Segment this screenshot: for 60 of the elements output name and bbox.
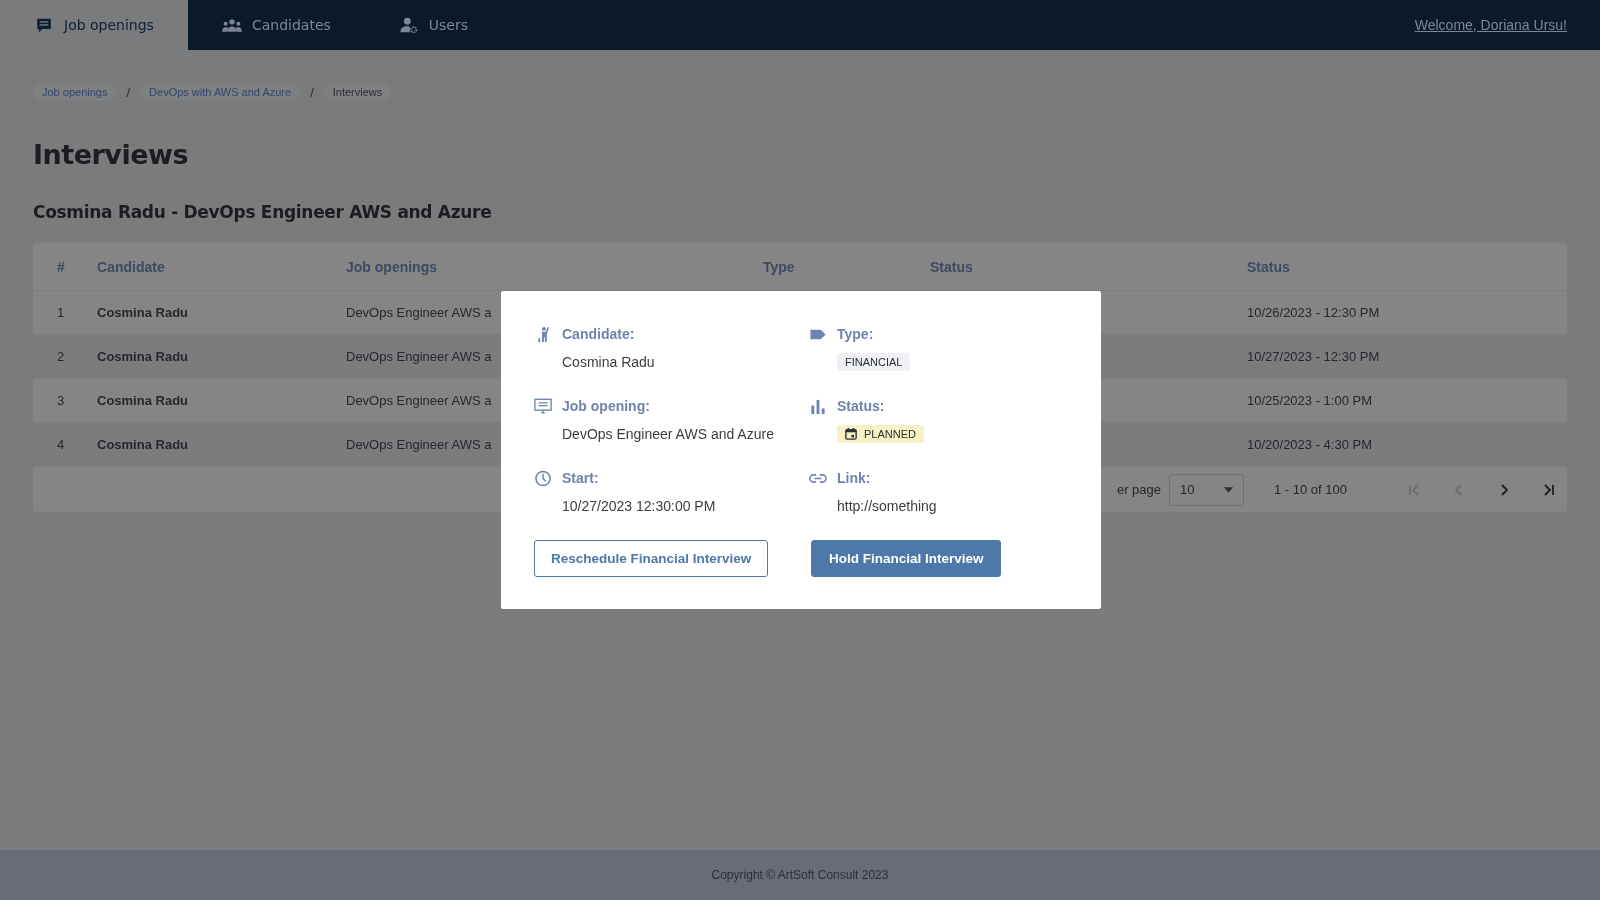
column-header[interactable]: Job openings — [346, 258, 437, 275]
field-value: Cosmina Radu — [562, 353, 655, 370]
column-header[interactable]: Status — [1247, 258, 1290, 275]
dialog-button[interactable]: Reschedule Financial Interview — [534, 540, 769, 577]
calendar-icon — [845, 427, 857, 440]
column-header[interactable]: Candidate — [97, 258, 165, 275]
table-cell: DevOps Engineer AWS a — [346, 305, 492, 320]
table-cell: 10/26/2023 - 12:30 PM — [1247, 305, 1380, 320]
caret-icon — [1224, 486, 1233, 493]
nav-tab[interactable]: Candidates — [187, 0, 365, 50]
field-label: Type: — [837, 326, 874, 342]
breadcrumb-separator: / — [310, 84, 314, 100]
welcome-link[interactable]: Welcome, Doriana Ursu! — [1414, 17, 1567, 33]
user-gear-icon — [398, 16, 419, 34]
status-tag: PLANNED — [837, 424, 924, 443]
breadcrumb-link[interactable]: Job openings — [33, 83, 117, 101]
last-page-icon[interactable] — [1541, 481, 1557, 498]
column-header[interactable]: Status — [930, 258, 973, 275]
bar-chart-icon — [809, 397, 827, 415]
table-cell: DevOps Engineer AWS a — [346, 349, 492, 364]
page-range: 1 - 10 of 100 — [1274, 482, 1347, 497]
table-cell: 10/25/2023 - 1:00 PM — [1247, 393, 1373, 408]
table-cell: 1 — [57, 305, 65, 320]
column-header[interactable]: Type — [763, 258, 795, 275]
type-tag: FINANCIAL — [837, 352, 911, 371]
field-value: 10/27/2023 12:30:00 PM — [562, 497, 716, 514]
field-label: Link: — [837, 470, 871, 486]
breadcrumb-separator: / — [126, 84, 131, 100]
nav-tab[interactable]: Job openings — [0, 0, 188, 50]
copyright-text: Copyright © ArtSoft Consult 2023 — [711, 868, 889, 882]
table-cell: DevOps Engineer AWS a — [346, 437, 492, 452]
table-cell: 2 — [57, 349, 65, 364]
table-cell: DevOps Engineer AWS a — [346, 393, 492, 408]
dialog-button[interactable]: Hold Financial Interview — [811, 540, 1002, 577]
table-cell: 4 — [57, 437, 65, 452]
table-cell: 10/27/2023 - 12:30 PM — [1247, 349, 1380, 364]
group-icon — [221, 16, 242, 34]
table-cell: Cosmina Radu — [97, 305, 188, 320]
per-page-label: er page — [1116, 482, 1161, 497]
field-label: Start: — [562, 470, 599, 486]
section-title: Cosmina Radu - DevOps Engineer AWS and Azure — [33, 202, 493, 222]
breadcrumb-link[interactable]: DevOps with AWS and Azure — [140, 83, 301, 101]
field-value: DevOps Engineer AWS and Azure — [562, 425, 774, 442]
table-cell: Cosmina Radu — [97, 349, 188, 364]
nav-tab[interactable]: Users — [364, 0, 502, 50]
table-cell: 3 — [57, 393, 65, 408]
field-label: Job opening: — [562, 398, 650, 414]
clock-icon — [534, 469, 552, 487]
page-title: Interviews — [33, 139, 189, 170]
field-label: Candidate: — [562, 326, 635, 342]
table-cell: 10/20/2023 - 4:30 PM — [1247, 437, 1373, 452]
monitor-icon — [534, 397, 552, 415]
column-header[interactable]: # — [57, 258, 65, 275]
breadcrumb-link[interactable]: Interviews — [323, 83, 392, 101]
table-cell: Cosmina Radu — [97, 437, 188, 452]
list-icon — [34, 16, 54, 34]
field-label: Status: — [837, 398, 885, 414]
table-cell: Cosmina Radu — [97, 393, 188, 408]
per-page-select[interactable]: 10 — [1169, 473, 1244, 506]
field-value: http://something — [837, 497, 937, 514]
